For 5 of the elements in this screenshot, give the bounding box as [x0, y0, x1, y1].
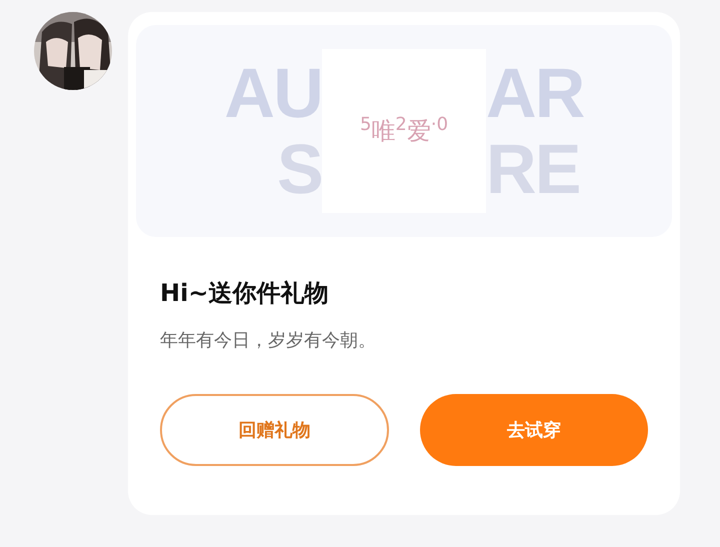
try-on-button[interactable]: 去试穿	[420, 394, 648, 466]
gift-message: 年年有今日，岁岁有今朝。	[160, 329, 377, 353]
gift-logo: $^{5}$唯$^{2}$爱$^{·0}$	[360, 113, 448, 147]
return-gift-button[interactable]: 回赠礼物	[160, 394, 388, 466]
gift-title: Hi~送你件礼物	[160, 278, 330, 309]
